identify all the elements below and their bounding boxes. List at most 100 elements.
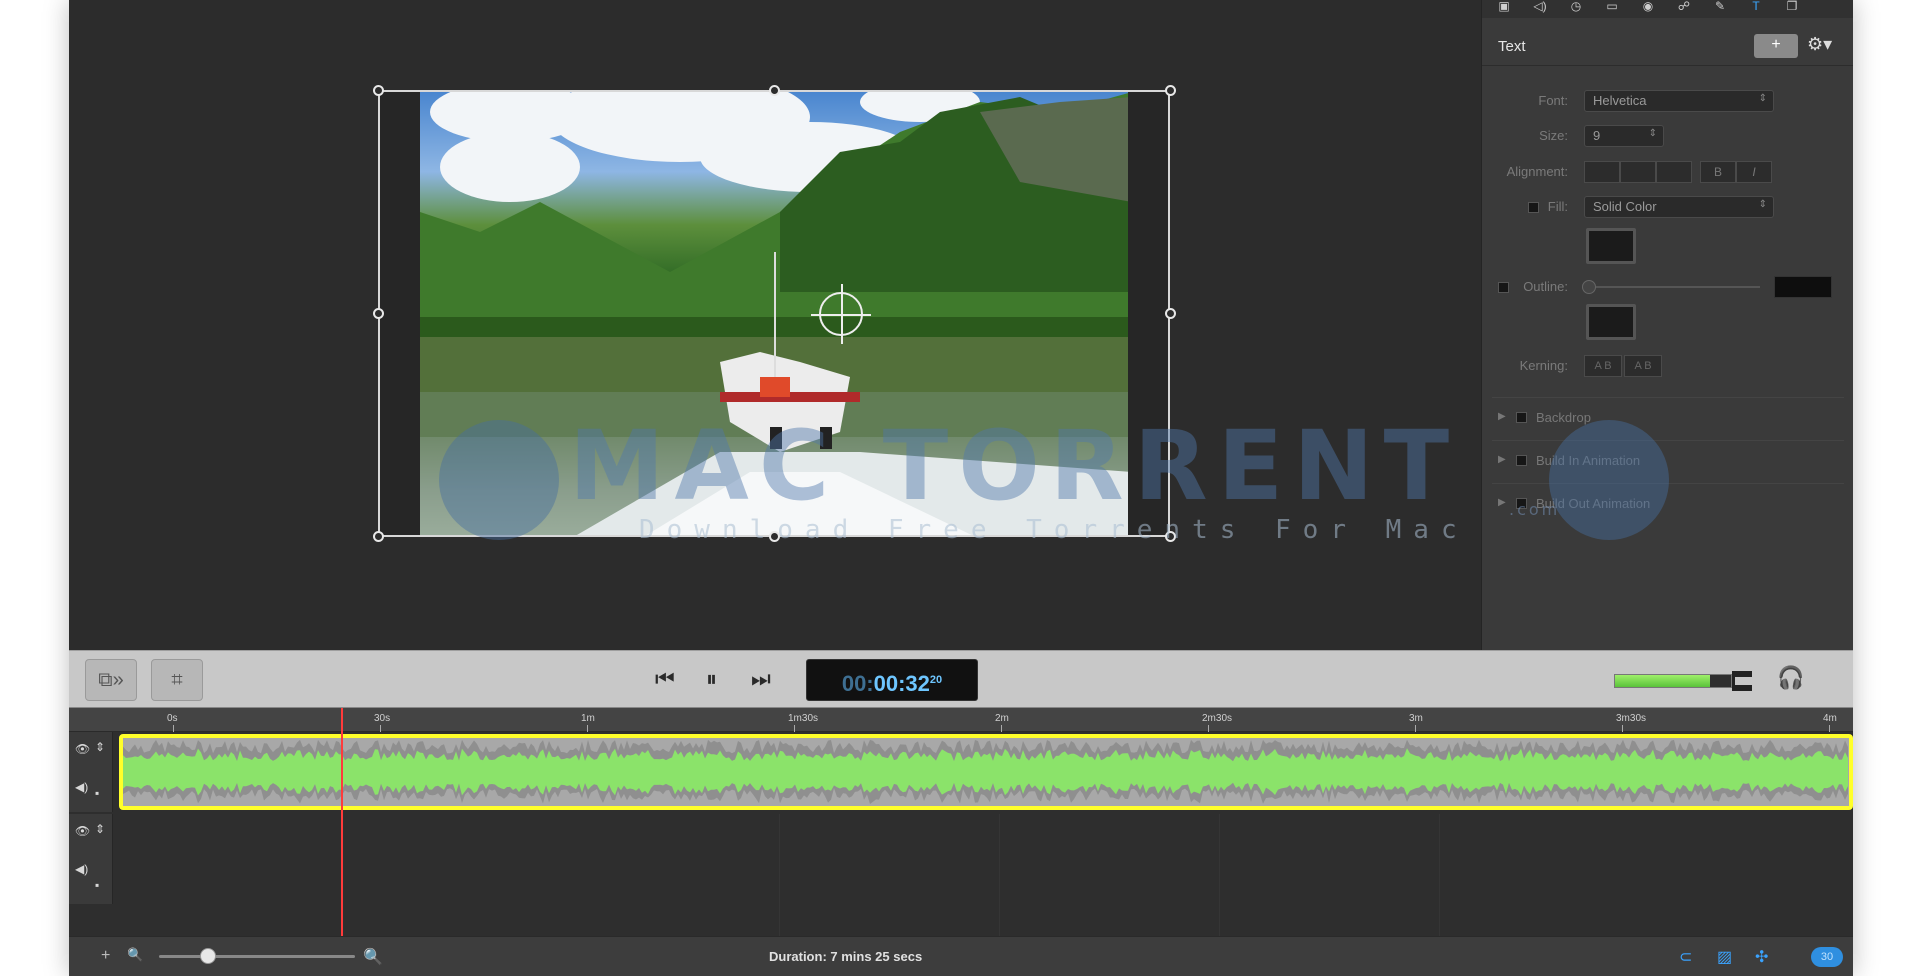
headphones-icon[interactable]: 🎧 — [1777, 665, 1804, 691]
audio-properties-icon[interactable]: ◁) — [1530, 0, 1550, 14]
text-properties-icon[interactable]: T — [1746, 0, 1766, 14]
outline-width-slider[interactable] — [1584, 286, 1760, 288]
ruler-tick — [794, 725, 795, 732]
touch-callout-icon[interactable]: ☍ — [1674, 0, 1694, 14]
resize-handle-bottom-right[interactable] — [1165, 531, 1176, 542]
section-label: Build Out Animation — [1536, 496, 1651, 511]
crop-button[interactable]: ⌗ — [151, 659, 203, 701]
status-bar: + 🔍 🔍 Duration: 7 mins 25 secs ⊂ ▨ ✣ 30 — [69, 936, 1853, 976]
eye-icon[interactable]: 👁 — [75, 824, 90, 838]
size-label: Size: — [1539, 128, 1568, 143]
kerning-tighten-button[interactable]: A B — [1584, 355, 1622, 377]
lock-icon[interactable]: ▪ — [95, 878, 99, 892]
ruler-tick — [1208, 725, 1209, 732]
annotation-icon[interactable]: ✎ — [1710, 0, 1730, 14]
eye-icon[interactable]: 👁 — [75, 742, 90, 756]
pause-button[interactable]: ⏸ — [706, 666, 717, 692]
canvas-area[interactable] — [69, 0, 1481, 650]
inspector-toolbar: ▣ ◁) ◷ ▭ ◉ ☍ ✎ T ❐ — [1482, 0, 1853, 18]
build-out-checkbox[interactable] — [1516, 498, 1527, 509]
plus-icon[interactable]: + — [101, 947, 110, 965]
media-library-icon[interactable]: ❐ — [1782, 0, 1802, 14]
inspector-panel: ▣ ◁) ◷ ▭ ◉ ☍ ✎ T ❐ Text + ⚙▾ Font: Helve… — [1481, 0, 1853, 650]
align-right-button[interactable] — [1656, 161, 1692, 183]
timecode-value: 00:32 — [873, 671, 930, 696]
section-label: Backdrop — [1536, 410, 1591, 425]
grid-line — [1439, 814, 1440, 936]
video-properties-icon[interactable]: ▣ — [1494, 0, 1514, 14]
italic-button[interactable]: I — [1736, 161, 1772, 183]
resize-handle-top-left[interactable] — [373, 85, 384, 96]
callout-icon[interactable]: ◉ — [1638, 0, 1658, 14]
resize-handle-right[interactable] — [1165, 308, 1176, 319]
video-motion-icon[interactable]: ◷ — [1566, 0, 1586, 14]
size-row: Size: 9 ⇕ — [1482, 125, 1853, 147]
outline-color-swatch[interactable] — [1586, 304, 1636, 340]
outline-checkbox[interactable] — [1498, 282, 1509, 293]
section-build-in-animation[interactable]: ▶ Build In Animation — [1492, 440, 1844, 482]
anchor-point-crosshair[interactable] — [811, 284, 871, 344]
magnet-icon[interactable]: ⊂ — [1679, 947, 1692, 967]
image-icon[interactable]: ▨ — [1717, 947, 1732, 967]
playhead[interactable] — [341, 708, 343, 936]
zoom-out-icon[interactable]: 🔍 — [127, 947, 143, 963]
chevron-updown-icon[interactable]: ⇕ — [95, 822, 105, 836]
volume-slider-icon[interactable] — [1732, 671, 1752, 691]
video-preview[interactable] — [378, 90, 1170, 537]
ruler-tick — [1622, 725, 1623, 732]
chevron-updown-icon[interactable]: ⇕ — [95, 740, 105, 754]
size-stepper[interactable]: 9 ⇕ — [1584, 125, 1664, 147]
fast-forward-button[interactable]: ⏭ — [751, 666, 771, 692]
zoom-slider-knob[interactable] — [200, 948, 216, 964]
rewind-button[interactable]: ⏮ — [655, 666, 675, 692]
zoom-in-icon[interactable]: 🔍 — [363, 947, 383, 967]
chevron-updown-icon: ⇕ — [1758, 199, 1767, 210]
resize-handle-top[interactable] — [769, 85, 780, 96]
bold-button[interactable]: B — [1700, 161, 1736, 183]
kerning-loosen-button[interactable]: A B — [1624, 355, 1662, 377]
zoom-slider[interactable] — [159, 955, 355, 958]
frame-rate-badge[interactable]: 30 — [1811, 947, 1843, 967]
track-2-controls: 👁 ⇕ ◀) ▪ — [69, 814, 113, 904]
fill-select[interactable]: Solid Color ⇕ — [1584, 196, 1774, 218]
speaker-icon[interactable]: ◀) — [75, 780, 88, 794]
section-build-out-animation[interactable]: ▶ Build Out Animation — [1492, 483, 1844, 525]
screenflow-window: ▣ ◁) ◷ ▭ ◉ ☍ ✎ T ❐ Text + ⚙▾ Font: Helve… — [69, 0, 1853, 976]
outline-label: Outline: — [1523, 279, 1568, 294]
grid-line — [1219, 814, 1220, 936]
timeline-ruler[interactable]: 0s 30s 1m 1m30s 2m 2m30s 3m 3m30s 4m — [69, 708, 1853, 732]
inspector-title: Text — [1498, 38, 1526, 55]
ruler-tick — [587, 725, 588, 732]
audio-level-fill — [1615, 675, 1711, 687]
timeline-tracks[interactable]: 👁 ⇕ ◀) ▪ 👁 ⇕ ◀) ▪ — [69, 732, 1853, 936]
audio-scrub-icon[interactable]: ✣ — [1755, 947, 1768, 967]
add-text-button[interactable]: + — [1754, 34, 1798, 58]
build-in-checkbox[interactable] — [1516, 455, 1527, 466]
align-left-button[interactable] — [1584, 161, 1620, 183]
backdrop-checkbox[interactable] — [1516, 412, 1527, 423]
speaker-icon[interactable]: ◀) — [75, 862, 88, 876]
ruler-tick-label: 3m30s — [1616, 713, 1647, 724]
ruler-tick — [173, 725, 174, 732]
fill-color-swatch[interactable] — [1586, 228, 1636, 264]
fill-value: Solid Color — [1593, 199, 1657, 214]
resize-handle-top-right[interactable] — [1165, 85, 1176, 96]
font-select[interactable]: Helvetica ⇕ — [1584, 90, 1774, 112]
lock-icon[interactable]: ▪ — [95, 786, 99, 800]
snap-toggle-button[interactable]: ⧉» — [85, 659, 137, 701]
screen-recording-icon[interactable]: ▭ — [1602, 0, 1622, 14]
outline-slider-knob[interactable] — [1582, 280, 1596, 294]
ruler-tick-label: 30s — [374, 713, 391, 724]
ruler-tick — [1001, 725, 1002, 732]
outline-width-field[interactable] — [1774, 276, 1832, 298]
resize-handle-bottom[interactable] — [769, 531, 780, 542]
section-backdrop[interactable]: ▶ Backdrop — [1492, 397, 1844, 439]
resize-handle-bottom-left[interactable] — [373, 531, 384, 542]
align-center-button[interactable] — [1620, 161, 1656, 183]
resize-handle-left[interactable] — [373, 308, 384, 319]
gear-icon[interactable]: ⚙▾ — [1807, 34, 1832, 55]
audio-level-meter — [1614, 674, 1732, 688]
ruler-tick — [1829, 725, 1830, 732]
fill-checkbox[interactable] — [1528, 202, 1539, 213]
audio-clip[interactable] — [119, 734, 1853, 810]
